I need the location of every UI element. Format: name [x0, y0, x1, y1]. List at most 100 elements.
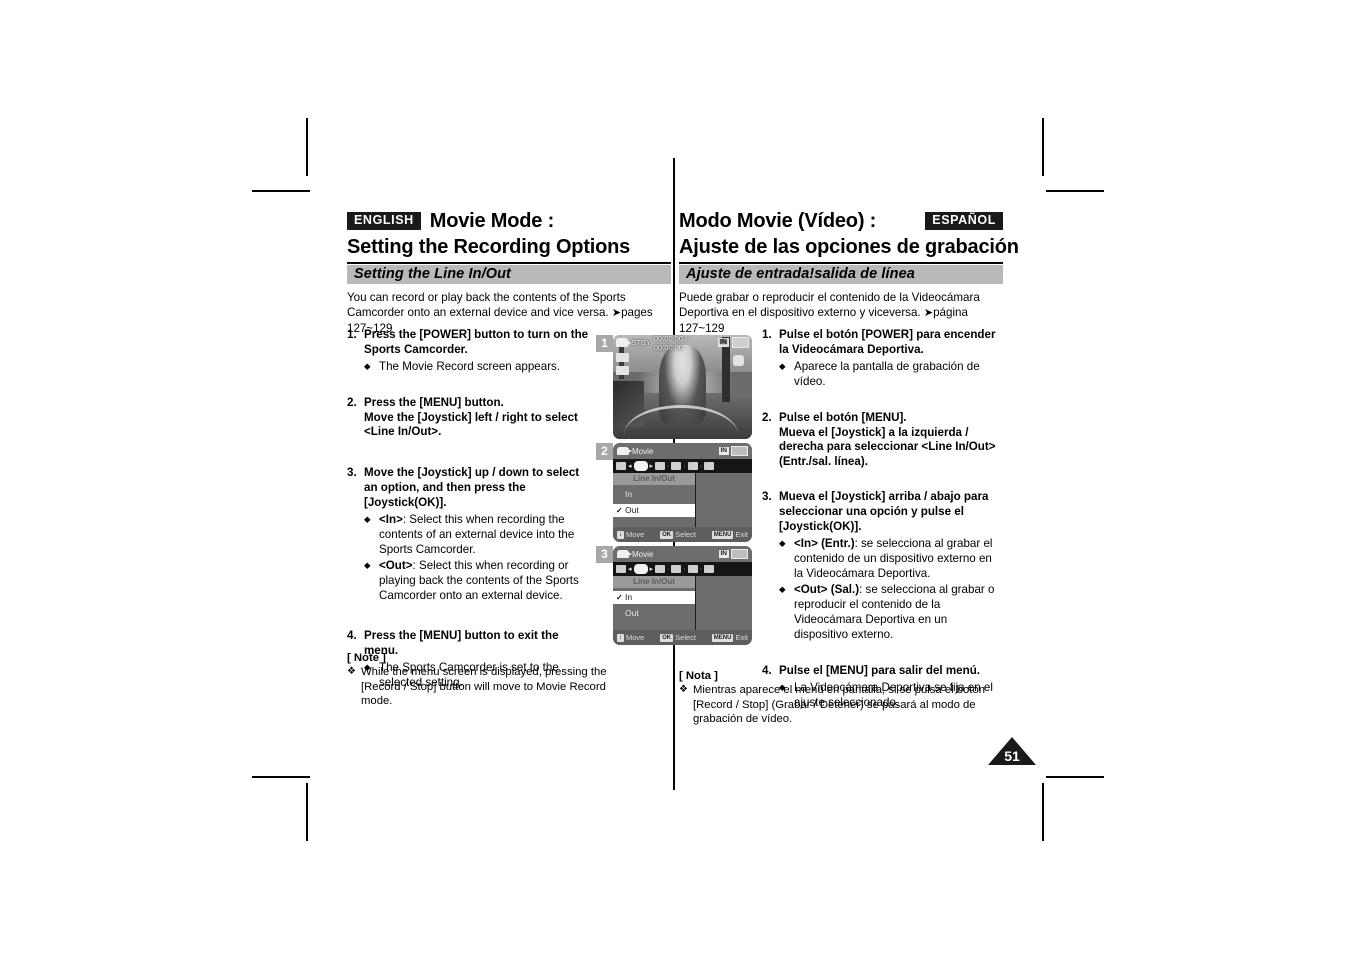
chevron-right-icon[interactable]: ▸ [650, 565, 654, 573]
step-bullet-text: Aparece la pantalla de grabación de víde… [794, 359, 980, 388]
step-item: 2. Pulse el botón [MENU]. Mueva el [Joys… [762, 411, 1004, 470]
spanish-note-text: Mientras aparece el menú en pantalla, si… [693, 684, 986, 726]
tab-icon-scene[interactable] [616, 462, 626, 470]
chevron-right-icon[interactable]: ▸ [650, 462, 654, 470]
step-bullet-lead: <In> (Entr.) [794, 536, 855, 550]
resolution-icon [616, 366, 629, 375]
crop-mark-bottom-left-h [252, 776, 310, 778]
lcd-record-screen: STBY 00:00:00 / 00:00:00 IN [613, 335, 752, 439]
lcd-menu-screen-out: Movie IN ◂ ▸ · · · Line In/Out In ✓ Out … [613, 443, 752, 542]
step-heading: Pulse el botón [POWER] para encender la … [779, 328, 996, 356]
menu-body: Line In/Out ✓ In Out [613, 576, 752, 630]
step-number: 3. [762, 490, 772, 504]
step-bullet: ◆ <In>: Select this when recording the c… [364, 512, 595, 557]
step-bullet-text: <In> (Entr.): se selecciona al grabar el… [794, 536, 1004, 581]
footer-hint-move: ↕ Move [617, 530, 644, 539]
step-number: 2. [762, 410, 772, 424]
osd-line-mode-badge: IN [718, 447, 729, 455]
crop-mark-bottom-left-v [306, 783, 308, 841]
spanish-header: Modo Movie (Vídeo) : ESPAÑOL Ajuste de l… [679, 210, 1019, 259]
clover-bullet-icon: ❖ [347, 666, 356, 677]
step-bullet-lead: <Out> [379, 558, 413, 572]
battery-icon [731, 446, 748, 456]
menu-option-in[interactable]: ✓ In [613, 591, 695, 604]
spanish-language-tag: ESPAÑOL [925, 212, 1003, 231]
english-note-block: [ Note ] ❖ While the menu screen is disp… [347, 652, 627, 709]
chevron-left-icon[interactable]: ◂ [628, 565, 632, 573]
menu-footer-hints: ↕ Move OK Select MENU Exit [613, 630, 752, 645]
step-item: 2. Press the [MENU] button. Move the [Jo… [347, 396, 595, 440]
menu-mode-label: Movie [632, 446, 654, 456]
tab-icon-digital-effect[interactable] [687, 462, 698, 470]
menu-title-bar: Movie IN [613, 443, 752, 459]
diamond-bullet-icon: ◆ [364, 559, 371, 570]
tab-icon-av-in-out[interactable] [671, 462, 682, 470]
osd-line-mode-badge: IN [717, 338, 729, 347]
movie-camera-icon [617, 447, 632, 455]
step-item: 3. Move the [Joystick] up / down to sele… [347, 466, 595, 603]
english-note-text: While the menu screen is displayed, pres… [361, 666, 607, 708]
step-number: 1. [762, 328, 772, 341]
diamond-bullet-icon: ◆ [364, 360, 371, 371]
tab-icon-digital-effect[interactable] [687, 565, 698, 573]
menu-key-icon: MENU [711, 633, 734, 642]
spanish-note-title: [ Nota ] [679, 670, 718, 682]
battery-icon [731, 337, 749, 348]
spanish-note-block: [ Nota ] ❖ Mientras aparece el menú en p… [679, 670, 1004, 727]
diamond-bullet-icon: ◆ [779, 360, 786, 371]
tab-separator: · [699, 565, 703, 573]
diamond-bullet-icon: ◆ [364, 513, 371, 524]
tab-icon-settings[interactable] [704, 565, 715, 573]
step-bullet-body: : Select this when recording the content… [379, 512, 575, 556]
step-bullet: ◆ <Out>: Select this when recording or p… [364, 558, 595, 603]
tab-icon-settings[interactable] [704, 462, 715, 470]
crop-mark-top-left-v [306, 118, 308, 176]
english-steps-list: 1. Press the [POWER] button to turn on t… [347, 328, 595, 690]
joystick-key-icon: ↕ [617, 530, 624, 539]
footer-hint-select: OK Select [660, 633, 696, 642]
menu-tab-strip: ◂ ▸ · · · [613, 562, 752, 576]
tab-icon-line-in-out[interactable] [633, 461, 648, 471]
menu-option-in[interactable]: In [613, 488, 695, 501]
step-bullet-lead: <In> [379, 512, 403, 526]
crop-mark-bottom-right-h [1046, 776, 1104, 778]
crop-mark-top-right-v [1042, 118, 1044, 176]
osd-left-icon-group [616, 353, 629, 375]
english-note-row: ❖ While the menu screen is displayed, pr… [347, 665, 627, 709]
tab-icon-scene[interactable] [616, 565, 626, 573]
ok-key-icon: OK [660, 633, 674, 642]
spanish-title-line-2: Ajuste de las opciones de grabación [679, 235, 1019, 258]
menu-option-out[interactable]: ✓ Out [613, 504, 695, 517]
battery-icon [731, 549, 748, 559]
step-item: 3. Mueva el [Joystick] arriba / abajo pa… [762, 490, 1004, 642]
tab-separator: · [683, 462, 686, 470]
step-bullet-text: <Out>: Select this when recording or pla… [379, 558, 595, 603]
tab-separator: · [667, 462, 670, 470]
menu-tab-strip: ◂ ▸ · · · [613, 459, 752, 473]
spanish-steps-list: 1. Pulse el botón [POWER] para encender … [762, 328, 1004, 710]
tab-icon-line-in-out[interactable] [633, 564, 648, 574]
footer-hint-move: ↕ Move [617, 633, 644, 642]
step-number: 3. [347, 466, 357, 480]
footer-hint-label: Select [675, 633, 696, 642]
english-language-tag: ENGLISH [347, 212, 421, 231]
step-bullet-lead: <Out> (Sal.) [794, 582, 860, 596]
step-bullet: ◆ The Movie Record screen appears. [364, 359, 595, 374]
menu-option-out[interactable]: Out [613, 607, 695, 620]
step-bullet: ◆ <In> (Entr.): se selecciona al grabar … [779, 536, 1004, 581]
menu-heading: Line In/Out [613, 576, 695, 588]
menu-title-bar: Movie IN [613, 546, 752, 562]
chevron-left-icon[interactable]: ◂ [628, 462, 632, 470]
diamond-bullet-icon: ◆ [779, 583, 786, 594]
tab-icon-display[interactable] [655, 565, 666, 573]
osd-timecode: 00:00:00 / 00:00:00 [653, 335, 688, 352]
menu-body: Line In/Out In ✓ Out [613, 473, 752, 527]
step-item: 1. Pulse el botón [POWER] para encender … [762, 328, 1004, 389]
ok-key-icon: OK [660, 530, 674, 539]
step-bullet: ◆ Aparece la pantalla de grabación de ví… [779, 359, 1004, 389]
movie-camera-icon [616, 338, 632, 347]
english-section-band: Setting the Line In/Out [347, 265, 671, 284]
tab-icon-av-in-out[interactable] [671, 565, 682, 573]
step-bullet: ◆ <Out> (Sal.): se selecciona al grabar … [779, 582, 1004, 642]
tab-icon-display[interactable] [655, 462, 666, 470]
